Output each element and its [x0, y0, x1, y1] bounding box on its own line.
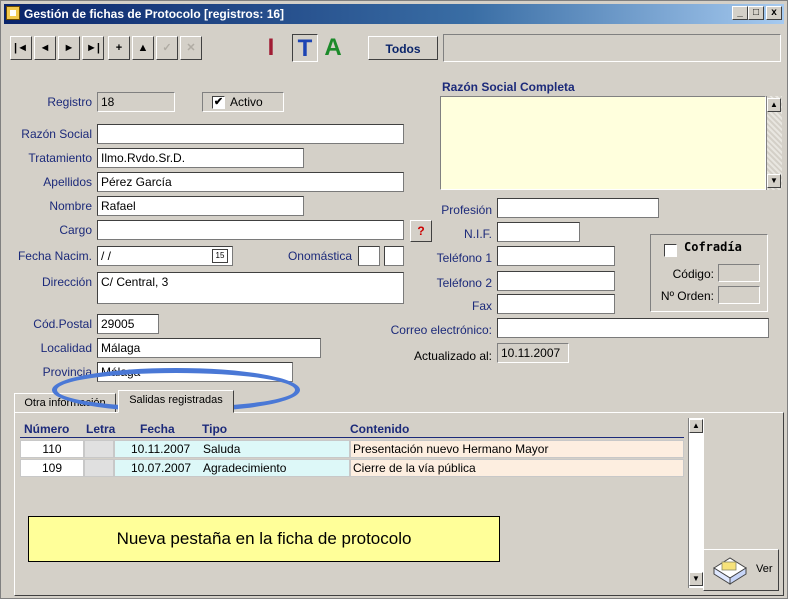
correo-input[interactable]	[497, 318, 769, 338]
ver-button[interactable]: Ver	[703, 549, 779, 591]
cell-fecha-text: 10.07.2007	[131, 461, 192, 475]
razon-social-label: Razón Social	[21, 127, 92, 141]
col-numero[interactable]: Número	[24, 422, 69, 436]
cell-numero: 110	[20, 440, 84, 458]
cod-postal-input[interactable]: 29005	[97, 314, 159, 334]
last-record-button[interactable]: ►|	[82, 36, 104, 60]
orden-label: Nº Orden:	[660, 289, 714, 303]
col-letra[interactable]: Letra	[86, 422, 115, 436]
cell-contenido: Cierre de la vía pública	[350, 459, 684, 477]
localidad-input[interactable]: Málaga	[97, 338, 321, 358]
localidad-label: Localidad	[40, 341, 92, 355]
window-title: Gestión de fichas de Protocolo [registro…	[24, 7, 285, 21]
codigo-field	[718, 264, 760, 282]
cargo-label: Cargo	[59, 223, 92, 237]
telefono1-label: Teléfono 1	[436, 251, 492, 265]
grid-scroll-up-icon[interactable]: ▲	[689, 419, 703, 433]
maximize-button[interactable]: □	[748, 6, 764, 20]
confirm-button[interactable]: ✓	[156, 36, 178, 60]
memo-scroll-up-icon[interactable]: ▲	[767, 98, 781, 112]
razon-social-input[interactable]	[97, 124, 404, 144]
filter-i-button[interactable]: I	[258, 34, 284, 62]
telefono2-label: Teléfono 2	[436, 276, 492, 290]
direccion-input[interactable]: C/ Central, 3	[97, 272, 404, 304]
cell-tipo: Agradecimiento	[203, 461, 287, 475]
nif-label: N.I.F.	[463, 227, 492, 241]
direccion-label: Dirección	[41, 275, 92, 289]
fecha-nacim-label: Fecha Nacim.	[17, 249, 92, 263]
grid-header-divider	[20, 437, 684, 438]
onomastica-label: Onomástica	[287, 249, 352, 263]
razon-completa-memo[interactable]	[440, 96, 766, 190]
calendar-icon[interactable]: 15	[212, 249, 228, 263]
actualizado-label: Actualizado al:	[413, 349, 492, 363]
cofradia-label: Cofradía	[684, 240, 742, 254]
filter-t-button[interactable]: T	[292, 34, 318, 62]
close-button[interactable]: x	[766, 6, 782, 20]
minimize-button[interactable]: _	[732, 6, 748, 20]
col-fecha[interactable]: Fecha	[140, 422, 175, 436]
cell-fecha-text: 10.11.2007	[131, 442, 191, 456]
fax-input[interactable]	[497, 294, 615, 314]
tab-salidas-registradas[interactable]: Salidas registradas	[118, 390, 234, 413]
grid-scroll-down-icon[interactable]: ▼	[689, 572, 703, 586]
tratamiento-input[interactable]: Ilmo.Rvdo.Sr.D.	[97, 148, 304, 168]
registro-field: 18	[97, 92, 175, 112]
onomastica-day-input[interactable]	[358, 246, 380, 266]
onomastica-month-input[interactable]	[384, 246, 404, 266]
title-bar: Gestión de fichas de Protocolo [registro…	[4, 4, 784, 24]
profesion-label: Profesión	[441, 203, 492, 217]
next-record-button[interactable]: ►	[58, 36, 80, 60]
registro-label: Registro	[47, 95, 92, 109]
telefono2-input[interactable]	[497, 271, 615, 291]
actualizado-field: 10.11.2007	[497, 343, 569, 363]
table-row[interactable]: 109 10.07.2007 Agradecimiento Cierre de …	[20, 459, 684, 477]
cod-postal-label: Cód.Postal	[33, 317, 92, 331]
app-icon	[6, 6, 20, 20]
telefono1-input[interactable]	[497, 246, 615, 266]
ver-label: Ver	[756, 563, 773, 575]
envelope-icon	[713, 557, 747, 585]
activo-checkbox[interactable]: ✔	[212, 96, 225, 109]
prev-record-button[interactable]: ◄	[34, 36, 56, 60]
col-tipo[interactable]: Tipo	[202, 422, 227, 436]
nombre-label: Nombre	[49, 199, 92, 213]
cell-letra	[84, 459, 114, 477]
apellidos-input[interactable]: Pérez García	[97, 172, 404, 192]
correo-label: Correo electrónico:	[390, 323, 492, 337]
cofradia-checkbox[interactable]	[664, 244, 677, 257]
first-record-button[interactable]: |◄	[10, 36, 32, 60]
memo-scroll-down-icon[interactable]: ▼	[767, 174, 781, 188]
profesion-input[interactable]	[497, 198, 659, 218]
toolbar-status-panel	[443, 34, 781, 62]
cell-contenido: Presentación nuevo Hermano Mayor	[350, 440, 684, 458]
cancel-button[interactable]: ✕	[180, 36, 202, 60]
nombre-input[interactable]: Rafael	[97, 196, 304, 216]
activo-label: Activo	[230, 95, 263, 109]
cell-letra	[84, 440, 114, 458]
cell-numero: 109	[20, 459, 84, 477]
annotation-note: Nueva pestaña en la ficha de protocolo	[28, 516, 500, 562]
orden-field	[718, 286, 760, 304]
razon-completa-title: Razón Social Completa	[442, 80, 575, 94]
edit-record-button[interactable]: ▲	[132, 36, 154, 60]
codigo-label: Código:	[672, 267, 714, 281]
nif-input[interactable]	[497, 222, 580, 242]
col-contenido[interactable]: Contenido	[350, 422, 409, 436]
todos-button[interactable]: Todos	[368, 36, 438, 60]
tratamiento-label: Tratamiento	[28, 151, 92, 165]
filter-a-button[interactable]: A	[320, 34, 346, 62]
cargo-input[interactable]	[97, 220, 404, 240]
cell-fecha: 10.11.2007 Saluda	[114, 440, 350, 458]
fax-label: Fax	[471, 299, 492, 313]
apellidos-label: Apellidos	[43, 175, 92, 189]
cell-tipo: Saluda	[203, 442, 241, 456]
add-record-button[interactable]: +	[108, 36, 130, 60]
grid-scrollbar[interactable]	[688, 418, 704, 588]
cell-fecha: 10.07.2007 Agradecimiento	[114, 459, 350, 477]
table-row[interactable]: 110 10.11.2007 Saluda Presentación nuevo…	[20, 440, 684, 458]
